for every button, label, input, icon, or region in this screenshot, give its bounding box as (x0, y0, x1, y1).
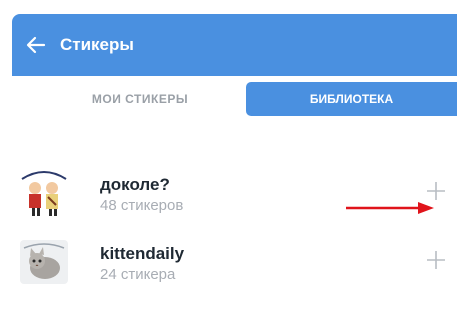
sticker-pack-thumbnail (18, 236, 70, 288)
app-header: Стикеры (12, 14, 457, 76)
red-arrow-annotation (346, 202, 434, 214)
tab-my-stickers[interactable]: МОИ СТИКЕРЫ (50, 82, 230, 116)
page-title: Стикеры (60, 35, 134, 54)
sticker-pack-count: 24 стикера (100, 266, 176, 283)
tab-bar: МОИ СТИКЕРЫ БИБЛИОТЕКА (12, 76, 457, 142)
plus-icon[interactable] (425, 249, 447, 271)
sticker-pack-count: 48 стикеров (100, 197, 184, 214)
kitten-sticker-image (18, 236, 70, 288)
tab-library[interactable]: БИБЛИОТЕКА (246, 82, 457, 116)
cartoon-sticker-image (18, 167, 70, 219)
sticker-pack-name: доколе? (100, 175, 170, 194)
list-item[interactable]: kittendaily 24 стикера (12, 236, 457, 322)
plus-icon[interactable] (425, 180, 447, 202)
sticker-pack-name: kittendaily (100, 244, 185, 263)
sticker-pack-thumbnail (18, 167, 70, 219)
arrow-left-icon[interactable] (26, 35, 46, 55)
